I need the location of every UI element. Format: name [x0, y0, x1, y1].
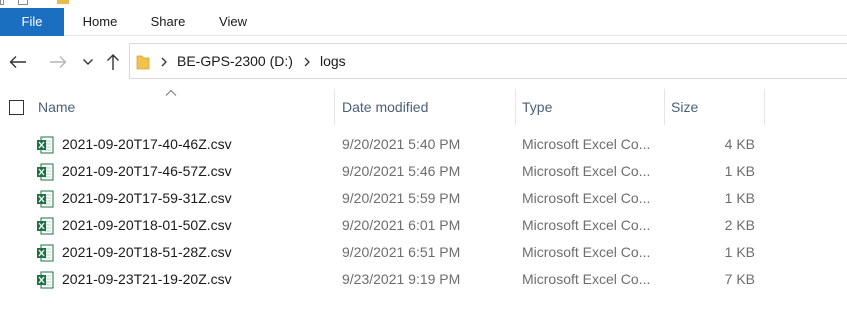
- back-button[interactable]: [6, 50, 30, 74]
- recent-locations-button[interactable]: [76, 50, 100, 74]
- file-type: Microsoft Excel Co...: [522, 244, 651, 260]
- ribbon-tabs: File Home Share View: [0, 8, 847, 36]
- file-name: 2021-09-20T18-01-50Z.csv: [62, 217, 232, 233]
- file-row[interactable]: 2021-09-20T17-59-31Z.csv 9/20/2021 5:59 …: [0, 185, 847, 212]
- folder-icon: [136, 55, 150, 70]
- file-date-modified: 9/20/2021 5:46 PM: [342, 163, 461, 179]
- breadcrumb-drive[interactable]: BE-GPS-2300 (D:): [177, 44, 293, 78]
- excel-csv-file-icon: [37, 217, 54, 235]
- file-type: Microsoft Excel Co...: [522, 271, 651, 287]
- title-bar-fragment: [0, 0, 847, 8]
- file-size: 4 KB: [724, 136, 755, 152]
- file-row[interactable]: 2021-09-20T17-46-57Z.csv 9/20/2021 5:46 …: [0, 158, 847, 185]
- excel-csv-file-icon: [37, 190, 54, 208]
- file-name: 2021-09-23T21-19-20Z.csv: [62, 271, 232, 287]
- breadcrumb-logs[interactable]: logs: [320, 44, 346, 78]
- breadcrumb-chevron-icon[interactable]: [158, 54, 170, 70]
- navigation-bar: BE-GPS-2300 (D:) logs: [0, 36, 847, 88]
- file-size: 2 KB: [724, 217, 755, 233]
- column-header-name[interactable]: Name: [32, 89, 335, 125]
- excel-csv-file-icon: [37, 244, 54, 262]
- forward-arrow-icon: [50, 56, 67, 68]
- column-header-size[interactable]: Size: [665, 89, 765, 125]
- excel-csv-file-icon: [37, 163, 54, 181]
- column-header-type[interactable]: Type: [516, 89, 665, 125]
- file-type: Microsoft Excel Co...: [522, 136, 651, 152]
- recent-locations-chevron-icon: [83, 59, 93, 65]
- forward-button[interactable]: [46, 50, 70, 74]
- file-type: Microsoft Excel Co...: [522, 217, 651, 233]
- file-date-modified: 9/20/2021 6:01 PM: [342, 217, 461, 233]
- tab-home[interactable]: Home: [70, 8, 130, 36]
- file-size: 1 KB: [724, 190, 755, 206]
- file-list: 2021-09-20T17-40-46Z.csv 9/20/2021 5:40 …: [0, 131, 847, 293]
- title-folder-icon: [57, 0, 69, 4]
- file-size: 1 KB: [724, 244, 755, 260]
- file-name: 2021-09-20T17-40-46Z.csv: [62, 136, 232, 152]
- file-size: 1 KB: [724, 163, 755, 179]
- breadcrumb-chevron-icon[interactable]: [301, 54, 313, 70]
- quick-access-icon: [18, 0, 28, 5]
- address-bar[interactable]: BE-GPS-2300 (D:) logs: [129, 43, 847, 79]
- file-name: 2021-09-20T17-46-57Z.csv: [62, 163, 232, 179]
- tab-view[interactable]: View: [206, 8, 260, 36]
- column-header-row: Name Date modified Type Size: [0, 89, 847, 125]
- file-date-modified: 9/20/2021 5:40 PM: [342, 136, 461, 152]
- file-name: 2021-09-20T18-51-28Z.csv: [62, 244, 232, 260]
- column-header-date-modified[interactable]: Date modified: [336, 89, 516, 125]
- file-name: 2021-09-20T17-59-31Z.csv: [62, 190, 232, 206]
- file-row[interactable]: 2021-09-20T17-40-46Z.csv 9/20/2021 5:40 …: [0, 131, 847, 158]
- file-type: Microsoft Excel Co...: [522, 190, 651, 206]
- tab-share[interactable]: Share: [140, 8, 196, 36]
- up-button[interactable]: [101, 50, 125, 74]
- title-bar-edge: [0, 0, 4, 5]
- file-size: 7 KB: [724, 271, 755, 287]
- tab-file[interactable]: File: [0, 8, 64, 36]
- excel-csv-file-icon: [37, 136, 54, 154]
- select-all-checkbox[interactable]: [9, 100, 24, 115]
- back-arrow-icon: [9, 56, 26, 68]
- file-row[interactable]: 2021-09-20T18-01-50Z.csv 9/20/2021 6:01 …: [0, 212, 847, 239]
- file-date-modified: 9/20/2021 5:59 PM: [342, 190, 461, 206]
- excel-csv-file-icon: [37, 271, 54, 289]
- file-date-modified: 9/23/2021 9:19 PM: [342, 271, 461, 287]
- up-arrow-icon: [107, 54, 119, 70]
- file-row[interactable]: 2021-09-20T18-51-28Z.csv 9/20/2021 6:51 …: [0, 239, 847, 266]
- file-row[interactable]: 2021-09-23T21-19-20Z.csv 9/23/2021 9:19 …: [0, 266, 847, 293]
- file-type: Microsoft Excel Co...: [522, 163, 651, 179]
- file-date-modified: 9/20/2021 6:51 PM: [342, 244, 461, 260]
